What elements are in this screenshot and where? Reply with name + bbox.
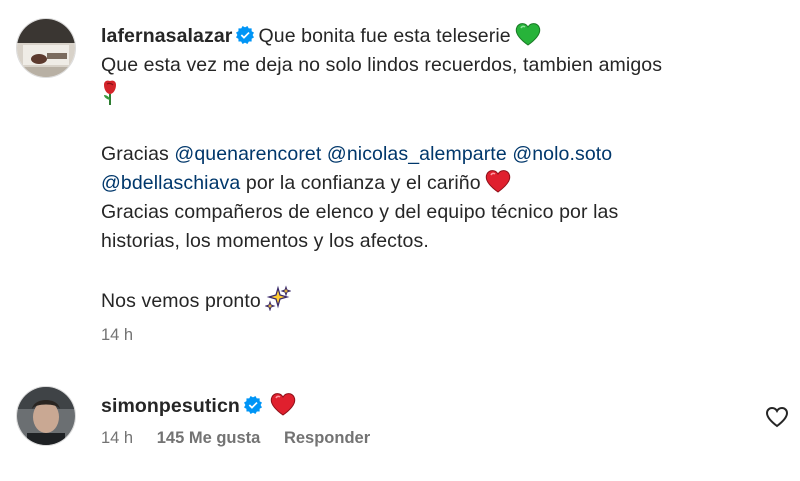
- comment-line: Gracias @quenarencoret @nicolas_alempart…: [101, 140, 761, 169]
- comment-text: Gracias: [101, 143, 169, 165]
- avatar[interactable]: [16, 18, 76, 78]
- red-heart-icon: [270, 393, 296, 416]
- comment-meta: 14 h: [101, 326, 761, 345]
- comment-line: simonpesuticn: [101, 392, 761, 421]
- verified-badge-icon: [236, 26, 255, 44]
- username[interactable]: simonpesuticn: [101, 395, 240, 417]
- verified-badge-icon: [243, 396, 262, 414]
- timestamp[interactable]: 14 h: [101, 326, 133, 344]
- like-count[interactable]: 145 Me gusta: [157, 429, 261, 447]
- comment-line: Gracias compañeros de elenco y del equip…: [101, 201, 619, 223]
- rose-icon: [104, 80, 116, 105]
- comment-text: Nos vemos pronto: [101, 290, 261, 312]
- comment-line: Nos vemos pronto: [101, 285, 761, 316]
- green-heart-icon: [515, 23, 540, 46]
- sparkles-icon: [264, 285, 291, 311]
- comment-line: @bdellaschiava por la confianza y el car…: [101, 169, 761, 198]
- mention-link[interactable]: @nolo.soto: [512, 143, 612, 165]
- comment-body: lafernasalazar Que bonita fue esta telese…: [101, 22, 761, 345]
- avatar[interactable]: [16, 386, 76, 446]
- comment-text: Que bonita fue esta teleserie: [258, 25, 511, 47]
- comment-line: lafernasalazar Que bonita fue esta telese…: [101, 22, 761, 51]
- mention-link[interactable]: @nicolas_alemparte: [327, 143, 507, 165]
- comment-meta: 14 h 145 Me gusta Responder: [101, 429, 761, 448]
- comment-text: por la confianza y el cariño: [245, 172, 481, 194]
- red-heart-icon: [485, 170, 510, 193]
- like-heart-icon[interactable]: [765, 406, 789, 428]
- reply-button[interactable]: Responder: [284, 429, 370, 447]
- comment-line: Que esta vez me deja no solo lindos recu…: [101, 54, 663, 76]
- username[interactable]: lafernasalazar: [101, 25, 232, 47]
- mention-link[interactable]: @bdellaschiava: [101, 172, 240, 194]
- timestamp[interactable]: 14 h: [101, 429, 133, 447]
- comment-line: historias, los momentos y los afectos.: [101, 230, 429, 252]
- comment-body: simonpesuticn 14 h 145 Me gusta Responde…: [101, 392, 761, 448]
- mention-link[interactable]: @quenarencoret: [174, 143, 321, 165]
- comment-line: [101, 80, 761, 111]
